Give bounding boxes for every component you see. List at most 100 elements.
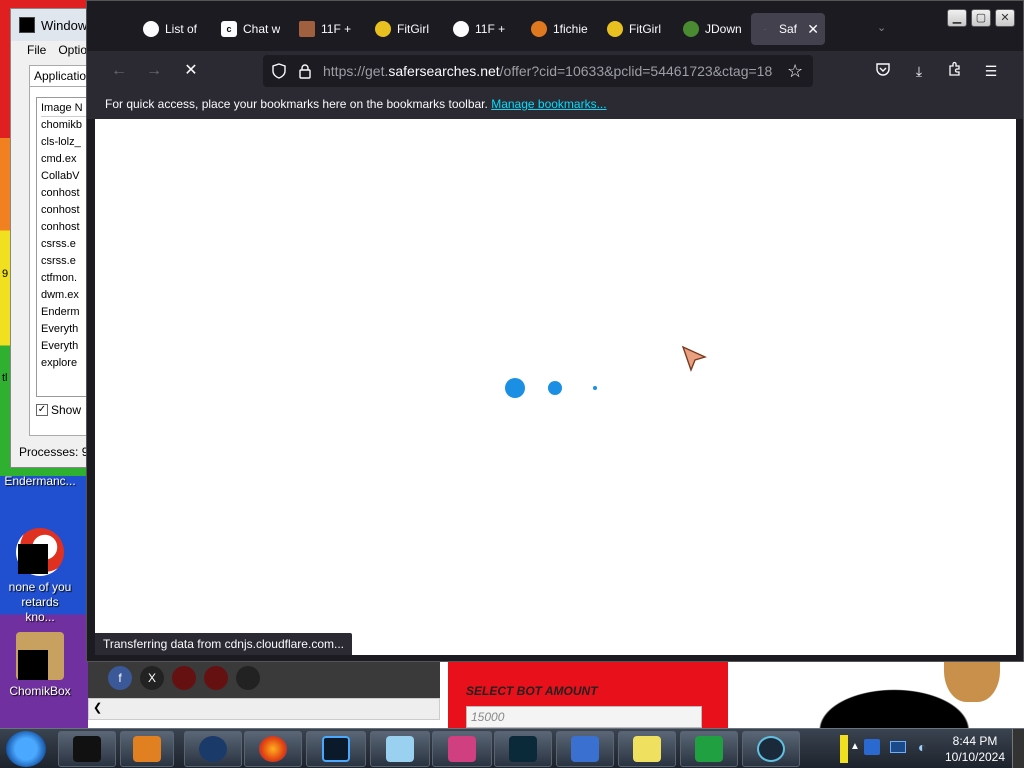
tab-chat[interactable]: c Chat w <box>215 13 291 45</box>
forward-icon[interactable]: → <box>142 59 166 83</box>
fitgirl-icon <box>375 21 391 37</box>
task-manager-icon <box>19 17 35 33</box>
back-icon[interactable]: ← <box>107 59 131 83</box>
social-icon[interactable] <box>236 666 260 690</box>
column-header-image-name[interactable]: Image N <box>41 100 87 117</box>
show-desktop-button[interactable] <box>1012 729 1024 768</box>
list-item[interactable]: Everyth <box>41 321 87 338</box>
list-item[interactable]: conhost <box>41 202 87 219</box>
list-item[interactable]: dwm.ex <box>41 287 87 304</box>
taskbar-app[interactable] <box>680 731 738 767</box>
volume-icon[interactable]: ◐ <box>918 739 926 755</box>
fitgirl-icon <box>607 21 623 37</box>
tray-app-icon[interactable] <box>864 739 880 755</box>
bookmark-star-icon[interactable]: ☆ <box>787 61 803 82</box>
firefox-window[interactable]: List of c Chat w 11F + FitGirl 11F + 1fi… <box>86 0 1024 662</box>
lock-icon[interactable] <box>297 63 313 79</box>
avatar-icon <box>299 21 315 37</box>
maximize-icon[interactable]: ▢ <box>971 9 991 27</box>
tab-strip: List of c Chat w 11F + FitGirl 11F + 1fi… <box>87 1 1023 51</box>
desktop-icon-chomikbox[interactable]: ChomikBox <box>0 632 80 698</box>
close-tab-icon[interactable]: ✕ <box>807 21 819 38</box>
taskbar-app[interactable] <box>58 731 116 767</box>
menu-options[interactable]: Optio <box>58 43 87 57</box>
pocket-icon[interactable] <box>873 61 893 81</box>
taskbar-app[interactable] <box>184 731 242 767</box>
show-label: Show <box>51 403 82 417</box>
start-button-icon[interactable] <box>6 731 46 767</box>
close-window-icon[interactable]: ✕ <box>995 9 1015 27</box>
menu-file[interactable]: File <box>27 43 46 57</box>
bot-amount-input[interactable]: 15000 <box>466 706 702 728</box>
github-icon <box>143 21 159 37</box>
loading-dot <box>505 378 525 398</box>
taskbar-app[interactable] <box>432 731 492 767</box>
list-item[interactable]: Enderm <box>41 304 87 321</box>
tab-fitgirl-2[interactable]: FitGirl <box>601 13 679 45</box>
gamepad-icon <box>453 21 469 37</box>
jdownloader-icon <box>683 21 699 37</box>
tab-fitgirl[interactable]: FitGirl <box>369 13 447 45</box>
taskbar-app[interactable] <box>556 731 614 767</box>
url-text[interactable]: https://get.safersearches.net/offer?cid=… <box>323 63 773 79</box>
gallery-icon <box>448 736 476 762</box>
network-icon[interactable] <box>890 741 906 753</box>
show-hidden-icons-icon[interactable]: ▲ <box>850 741 860 752</box>
tab-11f[interactable]: 11F + <box>293 13 369 45</box>
black-box-icon <box>73 736 101 762</box>
manage-bookmarks-link[interactable]: Manage bookmarks... <box>491 97 606 111</box>
list-all-tabs-icon[interactable]: ⌄ <box>877 21 886 34</box>
taskbar-app[interactable] <box>244 731 302 767</box>
tab-title: JDown <box>705 22 742 36</box>
downloads-icon[interactable]: ⤓ <box>909 61 929 81</box>
taskbar: ▲ ◐ 8:44 PM 10/10/2024 <box>0 728 1024 768</box>
taskbar-app[interactable] <box>370 731 430 767</box>
url-prefix: https://get. <box>323 63 389 79</box>
show-all-processes[interactable]: ✓ Show <box>36 403 92 417</box>
extensions-icon[interactable] <box>945 61 965 81</box>
x-icon[interactable]: X <box>140 666 164 690</box>
tab-jdownloader[interactable]: JDown <box>677 13 753 45</box>
social-icon[interactable] <box>172 666 196 690</box>
desktop-icon-none-of-you[interactable]: none of you retards kno... <box>0 528 80 625</box>
tracking-protection-shield-icon[interactable] <box>271 63 287 79</box>
minimize-icon[interactable]: ▁ <box>947 9 967 27</box>
tab-title: List of <box>165 22 198 36</box>
taskbar-app[interactable] <box>742 731 800 767</box>
address-bar[interactable]: https://get.safersearches.net/offer?cid=… <box>263 55 813 87</box>
facebook-icon[interactable]: f <box>108 666 132 690</box>
stop-loading-icon[interactable]: ✕ <box>179 59 203 83</box>
portal-icon <box>757 736 785 762</box>
page-content[interactable]: Transferring data from cdnjs.cloudflare.… <box>95 119 1016 655</box>
clock[interactable]: 8:44 PM 10/10/2024 <box>940 733 1010 765</box>
tab-safersearches[interactable]: · Saf ✕ <box>751 13 825 45</box>
checkbox-checked-icon[interactable]: ✓ <box>36 404 48 416</box>
list-item[interactable]: CollabV <box>41 168 87 185</box>
scroll-left-icon[interactable]: ❮ <box>93 701 102 714</box>
list-item[interactable]: explore <box>41 355 87 372</box>
desktop-icon-endermanch[interactable]: Endermanc... <box>0 474 80 488</box>
taskbar-app[interactable] <box>618 731 676 767</box>
taskbar-app[interactable] <box>306 731 366 767</box>
navigation-toolbar: ← → ✕ https://get.safersearches.net/offe… <box>87 51 1023 91</box>
list-item[interactable]: csrss.e <box>41 253 87 270</box>
taskbar-app[interactable] <box>120 731 174 767</box>
list-item[interactable]: csrss.e <box>41 236 87 253</box>
process-list[interactable]: Image N chomikb cls-lolz_ cmd.ex CollabV… <box>36 97 92 397</box>
mouse-cursor-icon <box>681 345 707 372</box>
hamburger-menu-icon[interactable]: ☰ <box>981 61 1001 81</box>
list-item[interactable]: conhost <box>41 185 87 202</box>
social-icon[interactable] <box>204 666 228 690</box>
tab-11f-2[interactable]: 11F + <box>447 13 525 45</box>
horizontal-scrollbar[interactable]: ❮ <box>88 698 440 720</box>
list-item[interactable]: cmd.ex <box>41 151 87 168</box>
list-item[interactable]: conhost <box>41 219 87 236</box>
tab-list-of[interactable]: List of <box>137 13 211 45</box>
desktop-edge-text: 9 <box>2 268 9 280</box>
list-item[interactable]: chomikb <box>41 117 87 134</box>
taskbar-app[interactable] <box>494 731 552 767</box>
list-item[interactable]: Everyth <box>41 338 87 355</box>
list-item[interactable]: ctfmon. <box>41 270 87 287</box>
list-item[interactable]: cls-lolz_ <box>41 134 87 151</box>
tab-1fichier[interactable]: 1fichie <box>525 13 603 45</box>
